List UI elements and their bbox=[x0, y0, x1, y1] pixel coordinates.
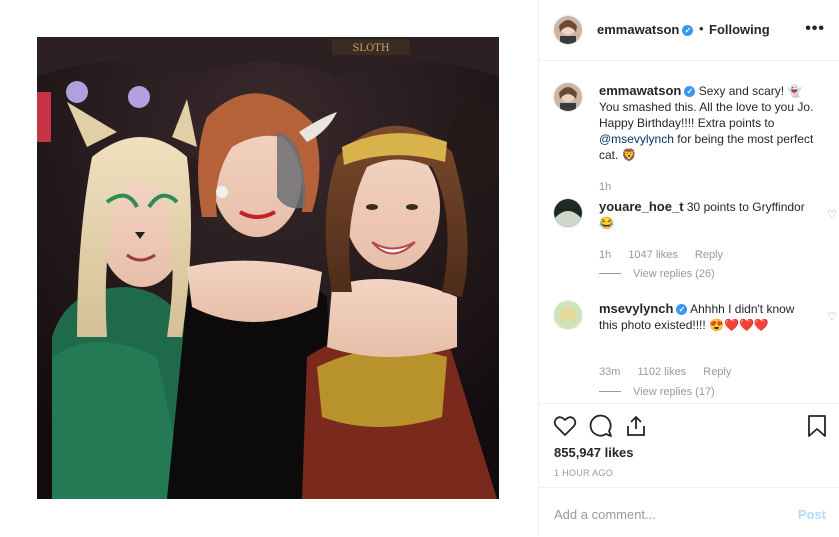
svg-text:SLOTH: SLOTH bbox=[352, 43, 389, 54]
comment-bubble-icon[interactable] bbox=[589, 414, 613, 443]
caption-item: emmawatson ✓ Sexy and scary! 👻 You smashe… bbox=[554, 83, 834, 193]
more-options-icon[interactable]: ••• bbox=[805, 20, 825, 38]
author-username-text[interactable]: emmawatson bbox=[597, 22, 679, 37]
post-photo[interactable]: SLOTH bbox=[37, 37, 499, 499]
comment-username[interactable]: youare_hoe_t bbox=[599, 199, 684, 214]
heart-icon-svg bbox=[553, 416, 577, 436]
verified-badge-icon: ✓ bbox=[684, 86, 696, 97]
post-timestamp[interactable]: 1 HOUR AGO bbox=[554, 468, 613, 478]
avatar-image bbox=[554, 301, 582, 329]
reply-button[interactable]: Reply bbox=[695, 249, 723, 261]
caption-age: 1h bbox=[599, 181, 612, 193]
view-replies-line bbox=[599, 391, 621, 392]
caption-meta: 1h bbox=[599, 179, 625, 195]
comment-item: msevylynch ✓ Ahhhh I didn't know this pho… bbox=[554, 301, 837, 401]
verified-badge-icon: ✓ bbox=[682, 25, 694, 36]
post-photo-illustration: SLOTH bbox=[37, 37, 499, 499]
comment-username[interactable]: msevylynch bbox=[599, 301, 673, 316]
comment-avatar[interactable] bbox=[554, 301, 582, 329]
avatar-image bbox=[554, 199, 582, 227]
caption-avatar[interactable] bbox=[554, 83, 582, 111]
view-replies-label[interactable]: View replies (17) bbox=[633, 386, 715, 398]
comment-age: 33m bbox=[599, 366, 621, 378]
verified-badge-icon: ✓ bbox=[676, 304, 688, 315]
post-header: emmawatson ✓ • Following ••• bbox=[539, 0, 839, 61]
comment-age: 1h bbox=[599, 249, 612, 261]
small-heart-icon[interactable]: ♡ bbox=[827, 309, 837, 325]
following-button[interactable]: Following bbox=[709, 22, 770, 37]
comment-item: youare_hoe_t 30 points to Gryffindor😂 ♡ … bbox=[554, 199, 837, 282]
comment-likes[interactable]: 1102 likes bbox=[637, 366, 686, 378]
comment-avatar[interactable] bbox=[554, 199, 582, 227]
view-replies-line bbox=[599, 273, 621, 274]
comment-likes[interactable]: 1047 likes bbox=[628, 249, 678, 261]
comment-text: youare_hoe_t 30 points to Gryffindor😂 bbox=[599, 199, 814, 231]
header-separator: • bbox=[699, 21, 704, 36]
reply-button[interactable]: Reply bbox=[703, 366, 731, 378]
add-comment-bar: Add a comment... Post bbox=[539, 487, 839, 537]
avatar-image bbox=[554, 83, 582, 111]
avatar-image bbox=[554, 16, 582, 44]
comments-list: emmawatson ✓ Sexy and scary! 👻 You smashe… bbox=[539, 61, 839, 403]
author-avatar[interactable] bbox=[554, 16, 582, 44]
share-icon[interactable] bbox=[624, 414, 648, 443]
view-replies-button[interactable]: View replies (26) bbox=[599, 266, 715, 282]
caption-username[interactable]: emmawatson bbox=[599, 83, 681, 98]
heart-icon[interactable] bbox=[553, 414, 577, 443]
caption-text: emmawatson ✓ Sexy and scary! 👻 You smashe… bbox=[599, 83, 814, 163]
small-heart-icon[interactable]: ♡ bbox=[827, 207, 837, 223]
comment-meta: 33m 1102 likes Reply bbox=[599, 364, 745, 380]
share-icon-svg bbox=[627, 416, 645, 436]
post-comment-button[interactable]: Post bbox=[798, 507, 826, 522]
view-replies-button[interactable]: View replies (17) bbox=[599, 384, 715, 400]
caption-mention-link[interactable]: @msevylynch bbox=[599, 132, 674, 146]
view-replies-label[interactable]: View replies (26) bbox=[633, 268, 715, 280]
comment-icon-svg bbox=[589, 414, 612, 437]
bookmark-icon-svg bbox=[808, 415, 826, 437]
author-username[interactable]: emmawatson ✓ bbox=[597, 22, 694, 37]
comment-meta: 1h 1047 likes Reply bbox=[599, 247, 737, 263]
post-actions: 855,947 likes 1 HOUR AGO bbox=[539, 403, 839, 488]
post-detail-panel: emmawatson ✓ • Following ••• emmawatson ✓ … bbox=[538, 0, 839, 536]
likes-count[interactable]: 855,947 likes bbox=[554, 445, 634, 460]
add-comment-input[interactable]: Add a comment... bbox=[554, 507, 656, 522]
bookmark-icon[interactable] bbox=[806, 414, 828, 443]
comment-text: msevylynch ✓ Ahhhh I didn't know this pho… bbox=[599, 301, 814, 333]
